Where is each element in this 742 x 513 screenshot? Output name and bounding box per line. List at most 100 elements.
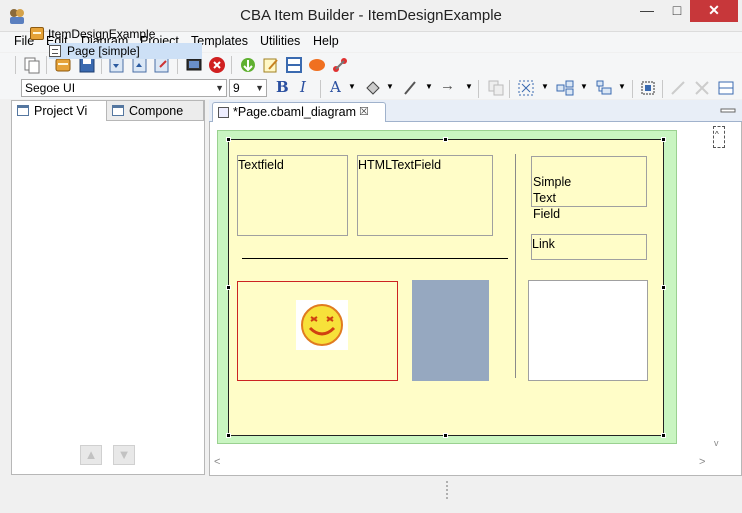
move-down-button[interactable]: ▼ <box>113 445 135 465</box>
htmltextfield-label: HTMLTextField <box>358 158 442 172</box>
resize-handle[interactable] <box>661 285 666 290</box>
resize-handle[interactable] <box>443 137 448 142</box>
minimize-editor-button[interactable] <box>718 104 740 118</box>
refresh-icon[interactable] <box>238 55 258 75</box>
vertical-scrollbar[interactable]: ^ v <box>712 124 728 454</box>
status-bar <box>0 477 742 513</box>
window-title: CBA Item Builder - ItemDesignExample <box>240 7 502 24</box>
toolbar-separator <box>46 56 47 74</box>
menu-utilities[interactable]: Utilities <box>260 34 300 48</box>
bold-button[interactable]: B <box>276 78 289 96</box>
resize-handle[interactable] <box>661 137 666 142</box>
project-view-panel: Project Vi Compone <box>11 100 205 475</box>
tree-item-page-label: Page [simple] <box>67 44 140 58</box>
new-file-icon[interactable] <box>22 55 42 75</box>
fill-color-icon[interactable] <box>363 78 383 98</box>
page-canvas[interactable]: Textfield HTMLTextField Simple Text Fiel… <box>226 137 666 438</box>
chevron-right-icon[interactable]: > <box>699 456 705 468</box>
connect-icon[interactable] <box>668 78 688 98</box>
toolbar-separator <box>320 80 321 98</box>
font-family-value: Segoe UI <box>25 81 76 95</box>
container-component[interactable] <box>528 280 648 381</box>
font-size-value: 9 <box>233 81 240 95</box>
minimize-button[interactable]: — <box>632 0 662 22</box>
toolbar-separator <box>662 80 663 98</box>
maximize-button[interactable]: □ <box>662 0 692 22</box>
tree-item-project[interactable]: ItemDesignExample <box>30 26 155 42</box>
chevron-down-icon[interactable]: ▼ <box>618 82 626 91</box>
chevron-down-icon[interactable]: ▼ <box>541 82 549 91</box>
image-component[interactable] <box>237 281 398 381</box>
close-button[interactable]: ✕ <box>690 0 738 22</box>
font-family-select[interactable]: Segoe UI ▼ <box>21 79 227 97</box>
simple-textfield-component[interactable]: Simple Text Field <box>531 156 647 221</box>
panel-component[interactable] <box>412 280 489 381</box>
page-icon <box>49 45 61 57</box>
resize-handle[interactable] <box>661 433 666 438</box>
view-icon <box>112 105 124 116</box>
resize-handle[interactable] <box>443 433 448 438</box>
ellipse-icon[interactable] <box>307 55 327 75</box>
horizontal-line[interactable] <box>242 258 508 259</box>
link-component[interactable]: Link <box>531 234 647 260</box>
line-arrow-button[interactable]: → <box>440 77 455 94</box>
tab-project-view[interactable]: Project Vi <box>12 101 107 121</box>
link-tool-icon[interactable] <box>330 55 350 75</box>
font-size-select[interactable]: 9 ▼ <box>229 79 267 97</box>
panel-icon[interactable] <box>284 55 304 75</box>
disconnect-icon[interactable] <box>692 78 712 98</box>
align-icon[interactable] <box>594 78 614 98</box>
toolbar-separator <box>509 80 510 98</box>
stop-icon[interactable] <box>207 55 227 75</box>
vertical-separator[interactable] <box>515 154 516 378</box>
move-up-button[interactable]: ▲ <box>80 445 102 465</box>
copy-format-icon[interactable] <box>486 78 506 98</box>
resize-handle[interactable] <box>226 285 231 290</box>
chevron-down-icon: ▼ <box>255 83 264 93</box>
chevron-down-icon[interactable]: ▼ <box>580 82 588 91</box>
italic-button[interactable]: I <box>300 78 306 96</box>
toolbar-separator <box>15 56 16 74</box>
chevron-down-icon[interactable]: v <box>714 438 719 448</box>
chevron-left-icon[interactable]: < <box>214 456 220 468</box>
tab-project-view-label: Project Vi <box>34 104 88 118</box>
tab-page-diagram-label: *Page.cbaml_diagram <box>233 105 356 119</box>
view-icon <box>17 105 29 116</box>
close-icon[interactable]: ☒ <box>359 103 369 122</box>
status-divider <box>446 481 448 499</box>
tab-components-label: Compone <box>129 104 184 118</box>
tab-page-diagram[interactable]: *Page.cbaml_diagram ☒ <box>212 102 386 122</box>
htmltextfield-component[interactable]: HTMLTextField <box>357 155 493 236</box>
left-panel-tabs: Project Vi Compone <box>12 101 204 121</box>
font-color-button[interactable]: A <box>330 78 341 96</box>
chevron-down-icon[interactable]: ▼ <box>425 82 433 91</box>
link-label: Link <box>532 237 555 251</box>
chevron-up-icon[interactable]: ^ <box>715 130 719 139</box>
menu-help-label: Help <box>313 34 339 48</box>
tree-item-project-label: ItemDesignExample <box>48 27 156 41</box>
format-toolbar: Segoe UI ▼ 9 ▼ B I A ▼ ▼ ▼ → ▼ ▼ ▼ ▼ <box>0 77 742 99</box>
edit-icon[interactable] <box>261 55 281 75</box>
textfield-component[interactable]: Textfield <box>237 155 348 236</box>
resize-handle[interactable] <box>226 137 231 142</box>
layout-icon[interactable] <box>716 78 736 98</box>
toolbar-separator <box>231 56 232 74</box>
project-icon <box>30 27 44 40</box>
tab-components[interactable]: Compone <box>107 101 204 121</box>
toolbar-separator <box>632 80 633 98</box>
resize-handle[interactable] <box>226 433 231 438</box>
chevron-down-icon[interactable]: ▼ <box>386 82 394 91</box>
select-all-icon[interactable] <box>516 78 536 98</box>
menu-help[interactable]: Help <box>313 34 339 48</box>
simple-textfield-label: Simple Text Field <box>533 175 572 221</box>
chevron-down-icon[interactable]: ▼ <box>348 82 356 91</box>
textfield-label: Textfield <box>238 158 284 172</box>
smiley-icon <box>296 300 348 350</box>
horizontal-scrollbar[interactable]: < > <box>211 455 711 471</box>
fit-page-icon[interactable] <box>638 78 658 98</box>
chevron-down-icon: ▼ <box>215 83 224 93</box>
line-color-icon[interactable] <box>401 78 421 98</box>
tree-item-page[interactable]: Page [simple] <box>49 43 202 59</box>
arrange-icon[interactable] <box>555 78 575 98</box>
chevron-down-icon[interactable]: ▼ <box>465 82 473 91</box>
